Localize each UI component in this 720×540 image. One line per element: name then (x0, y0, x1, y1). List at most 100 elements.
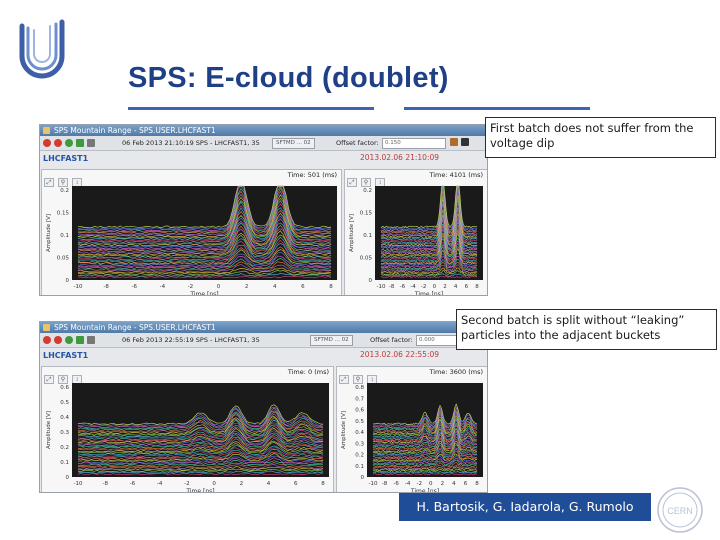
x-tick-label: -8 (382, 481, 388, 487)
x-tick-label: -2 (184, 481, 189, 487)
x-tick-label: -6 (400, 284, 406, 290)
app-icon (43, 324, 50, 331)
x-axis-label: Time [ns] (414, 291, 443, 296)
offset-label: Offset factor: (370, 336, 413, 344)
sftmd-field[interactable]: SFTMD ... 02 (272, 138, 315, 149)
x-tick-label: 8 (475, 481, 479, 487)
x-tick-label: 4 (452, 481, 456, 487)
window-timestamp: 2013.02.06 21:10:09 (360, 153, 440, 162)
x-tick-label: 0 (212, 481, 216, 487)
stop-icon[interactable] (43, 336, 51, 344)
stop-icon[interactable] (43, 139, 51, 147)
x-tick-label: 2 (240, 481, 244, 487)
y-axis-label: Amplitude [V] (341, 411, 347, 449)
y-tick-label: 0 (369, 278, 373, 284)
x-tick-label: -8 (102, 481, 108, 487)
callout-first-batch: First batch does not suffer from the vol… (485, 117, 716, 158)
play-icon[interactable] (65, 336, 73, 344)
window-toolbar: 06 Feb 2013 22:55:19 SPS - LHCFAST1, 35 … (40, 333, 487, 348)
x-tick-label: -4 (157, 481, 163, 487)
x-tick-label: -4 (160, 284, 166, 290)
step-icon[interactable] (76, 139, 84, 147)
y-tick-label: 0.3 (60, 430, 69, 436)
x-tick-label: 0 (433, 284, 437, 290)
plot-panel-2: ⤢ ⚲ ↕ Time: 3600 (ms) Amplitude [V] 0 0.1 0.2… (336, 366, 487, 492)
cern-logo-icon: CERN (657, 487, 703, 533)
record-icon[interactable] (54, 139, 62, 147)
print-icon[interactable] (461, 138, 469, 146)
callout-second-batch: Second batch is split without “leaking” … (456, 309, 717, 350)
y-axis-label: Amplitude [V] (46, 214, 52, 252)
x-tick-label: 8 (475, 284, 479, 290)
y-tick-label: 0.2 (355, 453, 364, 459)
x-tick-label: 0 (217, 284, 221, 290)
y-tick-label: 0.2 (60, 445, 69, 451)
window-timestamp: 2013.02.06 22:55:09 (360, 350, 440, 359)
x-axis-label: Time [ns] (185, 488, 214, 493)
x-tick-label: -6 (393, 481, 399, 487)
x-axis-label: Time [ns] (189, 291, 218, 296)
window-label: LHCFAST1 (43, 154, 89, 163)
y-tick-label: 0.15 (360, 211, 373, 217)
y-tick-label: 0.7 (355, 396, 364, 402)
y-tick-label: 0.4 (60, 415, 69, 421)
x-tick-label: 4 (273, 284, 277, 290)
y-tick-label: 0.5 (60, 400, 69, 406)
x-tick-label: -6 (131, 284, 137, 290)
cern-logo-text: CERN (667, 506, 693, 516)
x-tick-label: -4 (410, 284, 416, 290)
settings-icon[interactable] (450, 138, 458, 146)
y-tick-label: 0.2 (60, 188, 69, 194)
y-tick-label: 0.4 (355, 430, 364, 436)
offset-factor-input[interactable]: 0.150 (382, 138, 446, 149)
window-titlebar[interactable]: SPS Mountain Range - SPS.USER.LHCFAST1 (40, 125, 487, 136)
y-tick-label: 0.5 (355, 419, 364, 425)
mountain-range-plot: Amplitude [V]00.050.10.150.2-10 -8 -6 -4 -2 0… (46, 185, 337, 296)
plot-panel-1: ⤢ ⚲ ↕ Time: 501 (ms) Amplitude [V] 0 0.05 0.1… (41, 169, 342, 296)
mountain-range-window-2: SPS Mountain Range - SPS.USER.LHCFAST1 0… (39, 321, 488, 493)
window-title: SPS Mountain Range - SPS.USER.LHCFAST1 (54, 323, 216, 332)
mountain-range-plot: Amplitude [V]00.050.10.150.2-10 -8 -6 -4 -2 0… (349, 184, 483, 296)
window-label: LHCFAST1 (43, 351, 89, 360)
pause-icon[interactable] (87, 336, 95, 344)
y-tick-label: 0 (66, 278, 70, 284)
x-tick-label: 4 (454, 284, 458, 290)
x-tick-label: 6 (301, 284, 305, 290)
x-tick-label: -10 (74, 481, 83, 487)
y-tick-label: 0.1 (60, 233, 69, 239)
offset-label: Offset factor: (336, 139, 379, 147)
window-titlebar[interactable]: SPS Mountain Range - SPS.USER.LHCFAST1 (40, 322, 487, 333)
x-tick-label: -2 (421, 284, 426, 290)
x-tick-label: -2 (416, 481, 421, 487)
u-logo-icon (19, 19, 65, 79)
y-tick-label: 0 (361, 475, 365, 481)
pause-icon[interactable] (87, 139, 95, 147)
y-tick-label: 0.1 (363, 233, 372, 239)
play-icon[interactable] (65, 139, 73, 147)
y-tick-label: 0.2 (363, 188, 372, 194)
x-tick-label: 8 (321, 481, 325, 487)
x-tick-label: -10 (74, 284, 83, 290)
x-tick-label: 0 (429, 481, 433, 487)
y-tick-label: 0.15 (57, 211, 70, 217)
mountain-range-plot: Amplitude [V] 0 0.1 0.2 0.3 0.4 0.5 0.6 0.7 0.8 -1… (341, 383, 483, 492)
offset-factor-input[interactable]: 0.000 (416, 335, 460, 346)
sftmd-field[interactable]: SFTMD ... 02 (310, 335, 353, 346)
x-tick-label: 2 (245, 284, 249, 290)
authors-banner: H. Bartosik, G. Iadarola, G. Rumolo (399, 493, 651, 521)
app-icon (43, 127, 50, 134)
y-axis-label: Amplitude [V] (46, 411, 52, 449)
x-tick-label: -10 (377, 284, 386, 290)
x-tick-label: 4 (267, 481, 271, 487)
x-tick-label: -10 (369, 481, 378, 487)
window-title: SPS Mountain Range - SPS.USER.LHCFAST1 (54, 126, 216, 135)
x-tick-label: -8 (103, 284, 109, 290)
window-toolbar: 06 Feb 2013 21:10:19 SPS - LHCFAST1, 35 … (40, 136, 487, 151)
x-tick-label: -2 (188, 284, 193, 290)
acquisition-date: 06 Feb 2013 21:10:19 SPS - LHCFAST1, 35 (122, 139, 260, 147)
x-tick-label: 2 (441, 481, 445, 487)
record-icon[interactable] (54, 336, 62, 344)
plot-panel-1: ⤢ ⚲ ↕ Time: 0 (ms) Amplitude [V] 0 0.1 0.2 0.3… (41, 366, 334, 493)
x-tick-label: 2 (443, 284, 447, 290)
step-icon[interactable] (76, 336, 84, 344)
